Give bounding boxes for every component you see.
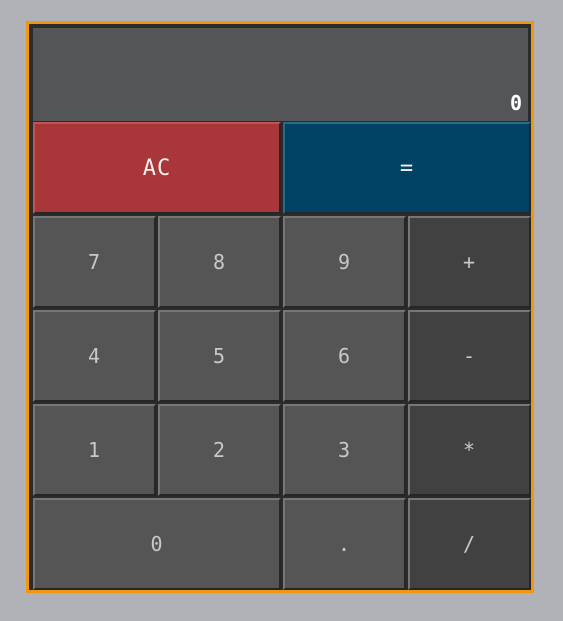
display-value: 0 [509,91,522,115]
digit-9-button[interactable]: 9 [283,216,406,308]
decimal-button[interactable]: . [283,498,406,590]
digit-2-button[interactable]: 2 [158,404,281,496]
clear-button[interactable]: AC [33,122,281,214]
display: 0 [33,28,528,121]
digit-1-button[interactable]: 1 [33,404,156,496]
divide-button[interactable]: / [408,498,531,590]
digit-8-button[interactable]: 8 [158,216,281,308]
digit-5-button[interactable]: 5 [158,310,281,402]
digit-7-button[interactable]: 7 [33,216,156,308]
digit-3-button[interactable]: 3 [283,404,406,496]
digit-4-button[interactable]: 4 [33,310,156,402]
minus-button[interactable]: - [408,310,531,402]
equals-button[interactable]: = [283,122,531,214]
calculator: 0 AC = 7 8 9 + 4 5 6 - 1 2 3 * 0 . / [26,21,534,593]
plus-button[interactable]: + [408,216,531,308]
multiply-button[interactable]: * [408,404,531,496]
digit-6-button[interactable]: 6 [283,310,406,402]
digit-0-button[interactable]: 0 [33,498,281,590]
